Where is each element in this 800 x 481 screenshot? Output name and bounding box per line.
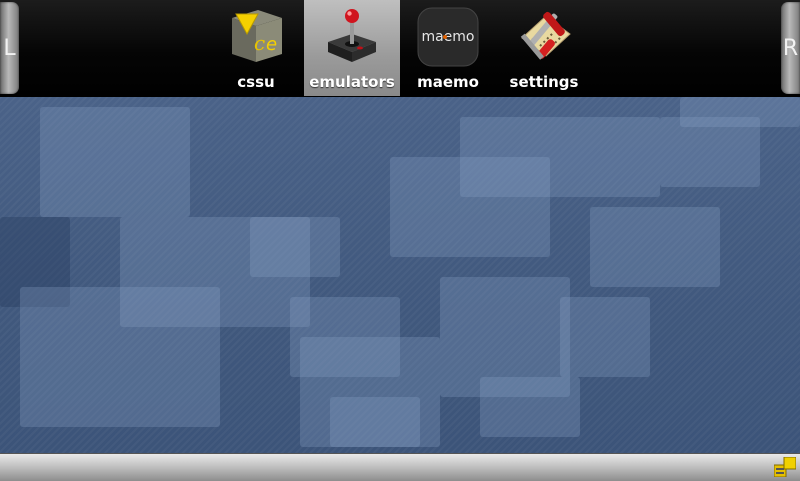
tab-cssu[interactable]: c e cssu bbox=[208, 0, 304, 96]
maemo-logo-icon: maemo bbox=[417, 7, 479, 67]
desktop-wallpaper bbox=[0, 97, 800, 453]
scroll-left-button[interactable]: L bbox=[0, 2, 19, 94]
svg-text:e: e bbox=[266, 34, 277, 55]
tab-label: emulators bbox=[309, 73, 395, 91]
tab-maemo[interactable]: maemo maemo bbox=[400, 0, 496, 96]
tab-settings[interactable]: settings bbox=[496, 0, 592, 96]
scroll-right-button[interactable]: R bbox=[781, 2, 800, 94]
top-toolbar: L c e cssu emulators maemo maemo setting… bbox=[0, 0, 800, 97]
tools-icon bbox=[520, 11, 571, 60]
tab-label: cssu bbox=[237, 73, 275, 91]
joystick-icon bbox=[328, 9, 376, 62]
cssu-cube-icon: c e bbox=[232, 10, 282, 62]
tab-label: maemo bbox=[417, 73, 479, 91]
status-bar bbox=[0, 453, 800, 481]
tab-label: settings bbox=[509, 73, 579, 91]
svg-text:maemo: maemo bbox=[421, 29, 474, 45]
svg-text:c: c bbox=[254, 31, 265, 55]
task-switcher-icon[interactable] bbox=[774, 457, 796, 477]
tab-emulators[interactable]: emulators bbox=[304, 0, 400, 96]
launcher-tabs: c e cssu emulators maemo maemo settings bbox=[208, 0, 592, 96]
